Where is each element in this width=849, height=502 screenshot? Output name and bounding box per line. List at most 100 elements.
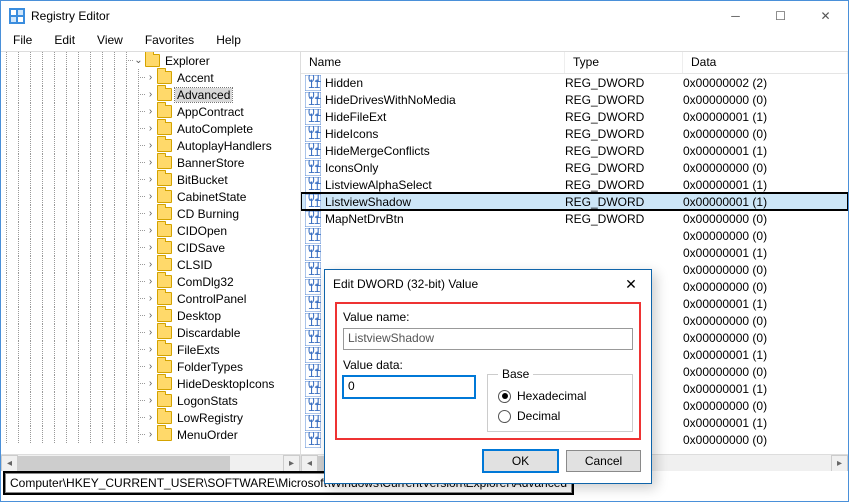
dialog-close-button[interactable]: ✕ [611,276,651,293]
tree-item[interactable]: › LogonStats [1,392,300,409]
tree-item[interactable]: › CIDSave [1,239,300,256]
list-row[interactable]: HideFileExtREG_DWORD0x00000001 (1) [301,108,848,125]
tree-item[interactable]: › AppContract [1,103,300,120]
radio-dec-icon[interactable] [498,410,511,423]
scroll-right-icon[interactable]: ▸ [831,455,848,472]
tree-item[interactable]: ›CabinetState [1,188,300,205]
menu-view[interactable]: View [93,31,127,51]
tree-item[interactable]: › Discardable [1,324,300,341]
tree-expand-icon[interactable]: › [145,344,156,355]
tree-item[interactable]: › Desktop [1,307,300,324]
list-row[interactable]: HideMergeConflictsREG_DWORD0x00000001 (1… [301,142,848,159]
scroll-left-icon[interactable]: ◂ [1,455,18,472]
minimize-button[interactable]: ─ [713,1,758,31]
tree-item-label[interactable]: ComDlg32 [175,275,236,289]
tree-item[interactable]: › AutoComplete [1,120,300,137]
list-row[interactable]: ListviewAlphaSelectREG_DWORD0x00000001 (… [301,176,848,193]
tree-item-label[interactable]: HideDesktopIcons [175,377,276,391]
tree-horizontal-scrollbar[interactable]: ◂ ▸ [1,454,300,471]
tree-item[interactable]: › Advanced [1,86,300,103]
tree-item-label[interactable]: FolderTypes [175,360,245,374]
tree-item-label[interactable]: CIDOpen [175,224,229,238]
tree-item-label[interactable]: FileExts [175,343,222,357]
tree-item-label[interactable]: Advanced [175,88,232,102]
tree-item[interactable]: › HideDesktopIcons [1,375,300,392]
tree-item[interactable]: ›ComDlg32 [1,273,300,290]
menu-edit[interactable]: Edit [50,31,79,51]
tree-item[interactable]: › CLSID [1,256,300,273]
tree-expand-icon[interactable]: › [145,412,156,423]
tree-item-label[interactable]: CLSID [175,258,214,272]
tree-expand-icon[interactable]: › [145,157,156,168]
tree-collapse-icon[interactable]: ⌄ [133,55,144,66]
column-name[interactable]: Name [301,52,565,73]
tree-item[interactable]: › FolderTypes [1,358,300,375]
tree-item[interactable]: › Accent [1,69,300,86]
ok-button[interactable]: OK [483,450,558,472]
tree-item-label[interactable]: CIDSave [175,241,227,255]
tree-item-label[interactable]: Discardable [175,326,242,340]
tree-item[interactable]: › BitBucket [1,171,300,188]
tree-expand-icon[interactable]: › [145,89,156,100]
tree-expand-icon[interactable]: › [145,174,156,185]
tree-expand-icon[interactable]: › [145,242,156,253]
tree-item[interactable]: › MenuOrder [1,426,300,443]
list-row[interactable]: HiddenREG_DWORD0x00000002 (2) [301,74,848,91]
list-row[interactable]: 0x00000001 (1) [301,244,848,261]
radio-hexadecimal[interactable]: Hexadecimal [498,389,622,403]
tree-expand-icon[interactable]: › [145,429,156,440]
tree-expand-icon[interactable]: › [145,208,156,219]
menu-favorites[interactable]: Favorites [141,31,198,51]
tree-expand-icon[interactable]: › [145,361,156,372]
tree-item[interactable]: › CIDOpen [1,222,300,239]
tree-expand-icon[interactable]: › [145,225,156,236]
tree-item[interactable]: › ControlPanel [1,290,300,307]
tree-item-label[interactable]: LogonStats [175,394,240,408]
tree-item-label[interactable]: BitBucket [175,173,230,187]
tree-expand-icon[interactable]: › [145,310,156,321]
tree-item-label[interactable]: MenuOrder [175,428,240,442]
menu-file[interactable]: File [9,31,36,51]
tree-item-label[interactable]: AppContract [175,105,246,119]
tree-item-label[interactable]: AutoComplete [175,122,255,136]
scroll-right-icon[interactable]: ▸ [283,455,300,472]
list-row[interactable]: HideDrivesWithNoMediaREG_DWORD0x00000000… [301,91,848,108]
tree-expand-icon[interactable]: › [145,259,156,270]
tree-expand-icon[interactable]: › [145,378,156,389]
cancel-button[interactable]: Cancel [566,450,641,472]
tree-item-label[interactable]: Accent [175,71,216,85]
tree-expand-icon[interactable]: › [145,106,156,117]
tree-item-label[interactable]: AutoplayHandlers [175,139,274,153]
value-data-field[interactable]: 0 [343,376,475,398]
tree-item[interactable]: › BannerStore [1,154,300,171]
column-data[interactable]: Data [683,52,848,73]
list-header[interactable]: Name Type Data [301,52,848,74]
tree-item-label[interactable]: CD Burning [175,207,241,221]
tree-expand-icon[interactable]: › [145,293,156,304]
list-row[interactable]: ListviewShadowREG_DWORD0x00000001 (1) [301,193,848,210]
tree-expand-icon[interactable]: › [145,123,156,134]
close-button[interactable]: ✕ [803,1,848,31]
column-type[interactable]: Type [565,52,683,73]
radio-hex-icon[interactable] [498,390,511,403]
tree-item-label[interactable]: CabinetState [175,190,248,204]
menu-help[interactable]: Help [212,31,245,51]
tree-expand-icon[interactable]: › [145,140,156,151]
tree-expand-icon[interactable]: › [145,327,156,338]
tree-item[interactable]: › LowRegistry [1,409,300,426]
list-row[interactable]: MapNetDrvBtnREG_DWORD0x00000000 (0) [301,210,848,227]
tree-item-label[interactable]: ControlPanel [175,292,248,306]
list-row[interactable]: HideIconsREG_DWORD0x00000000 (0) [301,125,848,142]
scroll-left-icon[interactable]: ◂ [301,455,318,472]
tree-item-label[interactable]: LowRegistry [175,411,245,425]
tree-expand-icon[interactable]: › [145,395,156,406]
list-row[interactable]: 0x00000000 (0) [301,227,848,244]
value-name-field[interactable]: ListviewShadow [343,328,633,350]
tree-item-label[interactable]: BannerStore [175,156,246,170]
tree-item-label[interactable]: Desktop [175,309,223,323]
maximize-button[interactable]: ☐ [758,1,803,31]
tree-item[interactable]: › FileExts [1,341,300,358]
tree-pane[interactable]: ⌄Explorer›Accent›Advanced›AppContract›Au… [1,52,301,471]
tree-expand-icon[interactable]: › [145,72,156,83]
tree-item[interactable]: › CD Burning [1,205,300,222]
